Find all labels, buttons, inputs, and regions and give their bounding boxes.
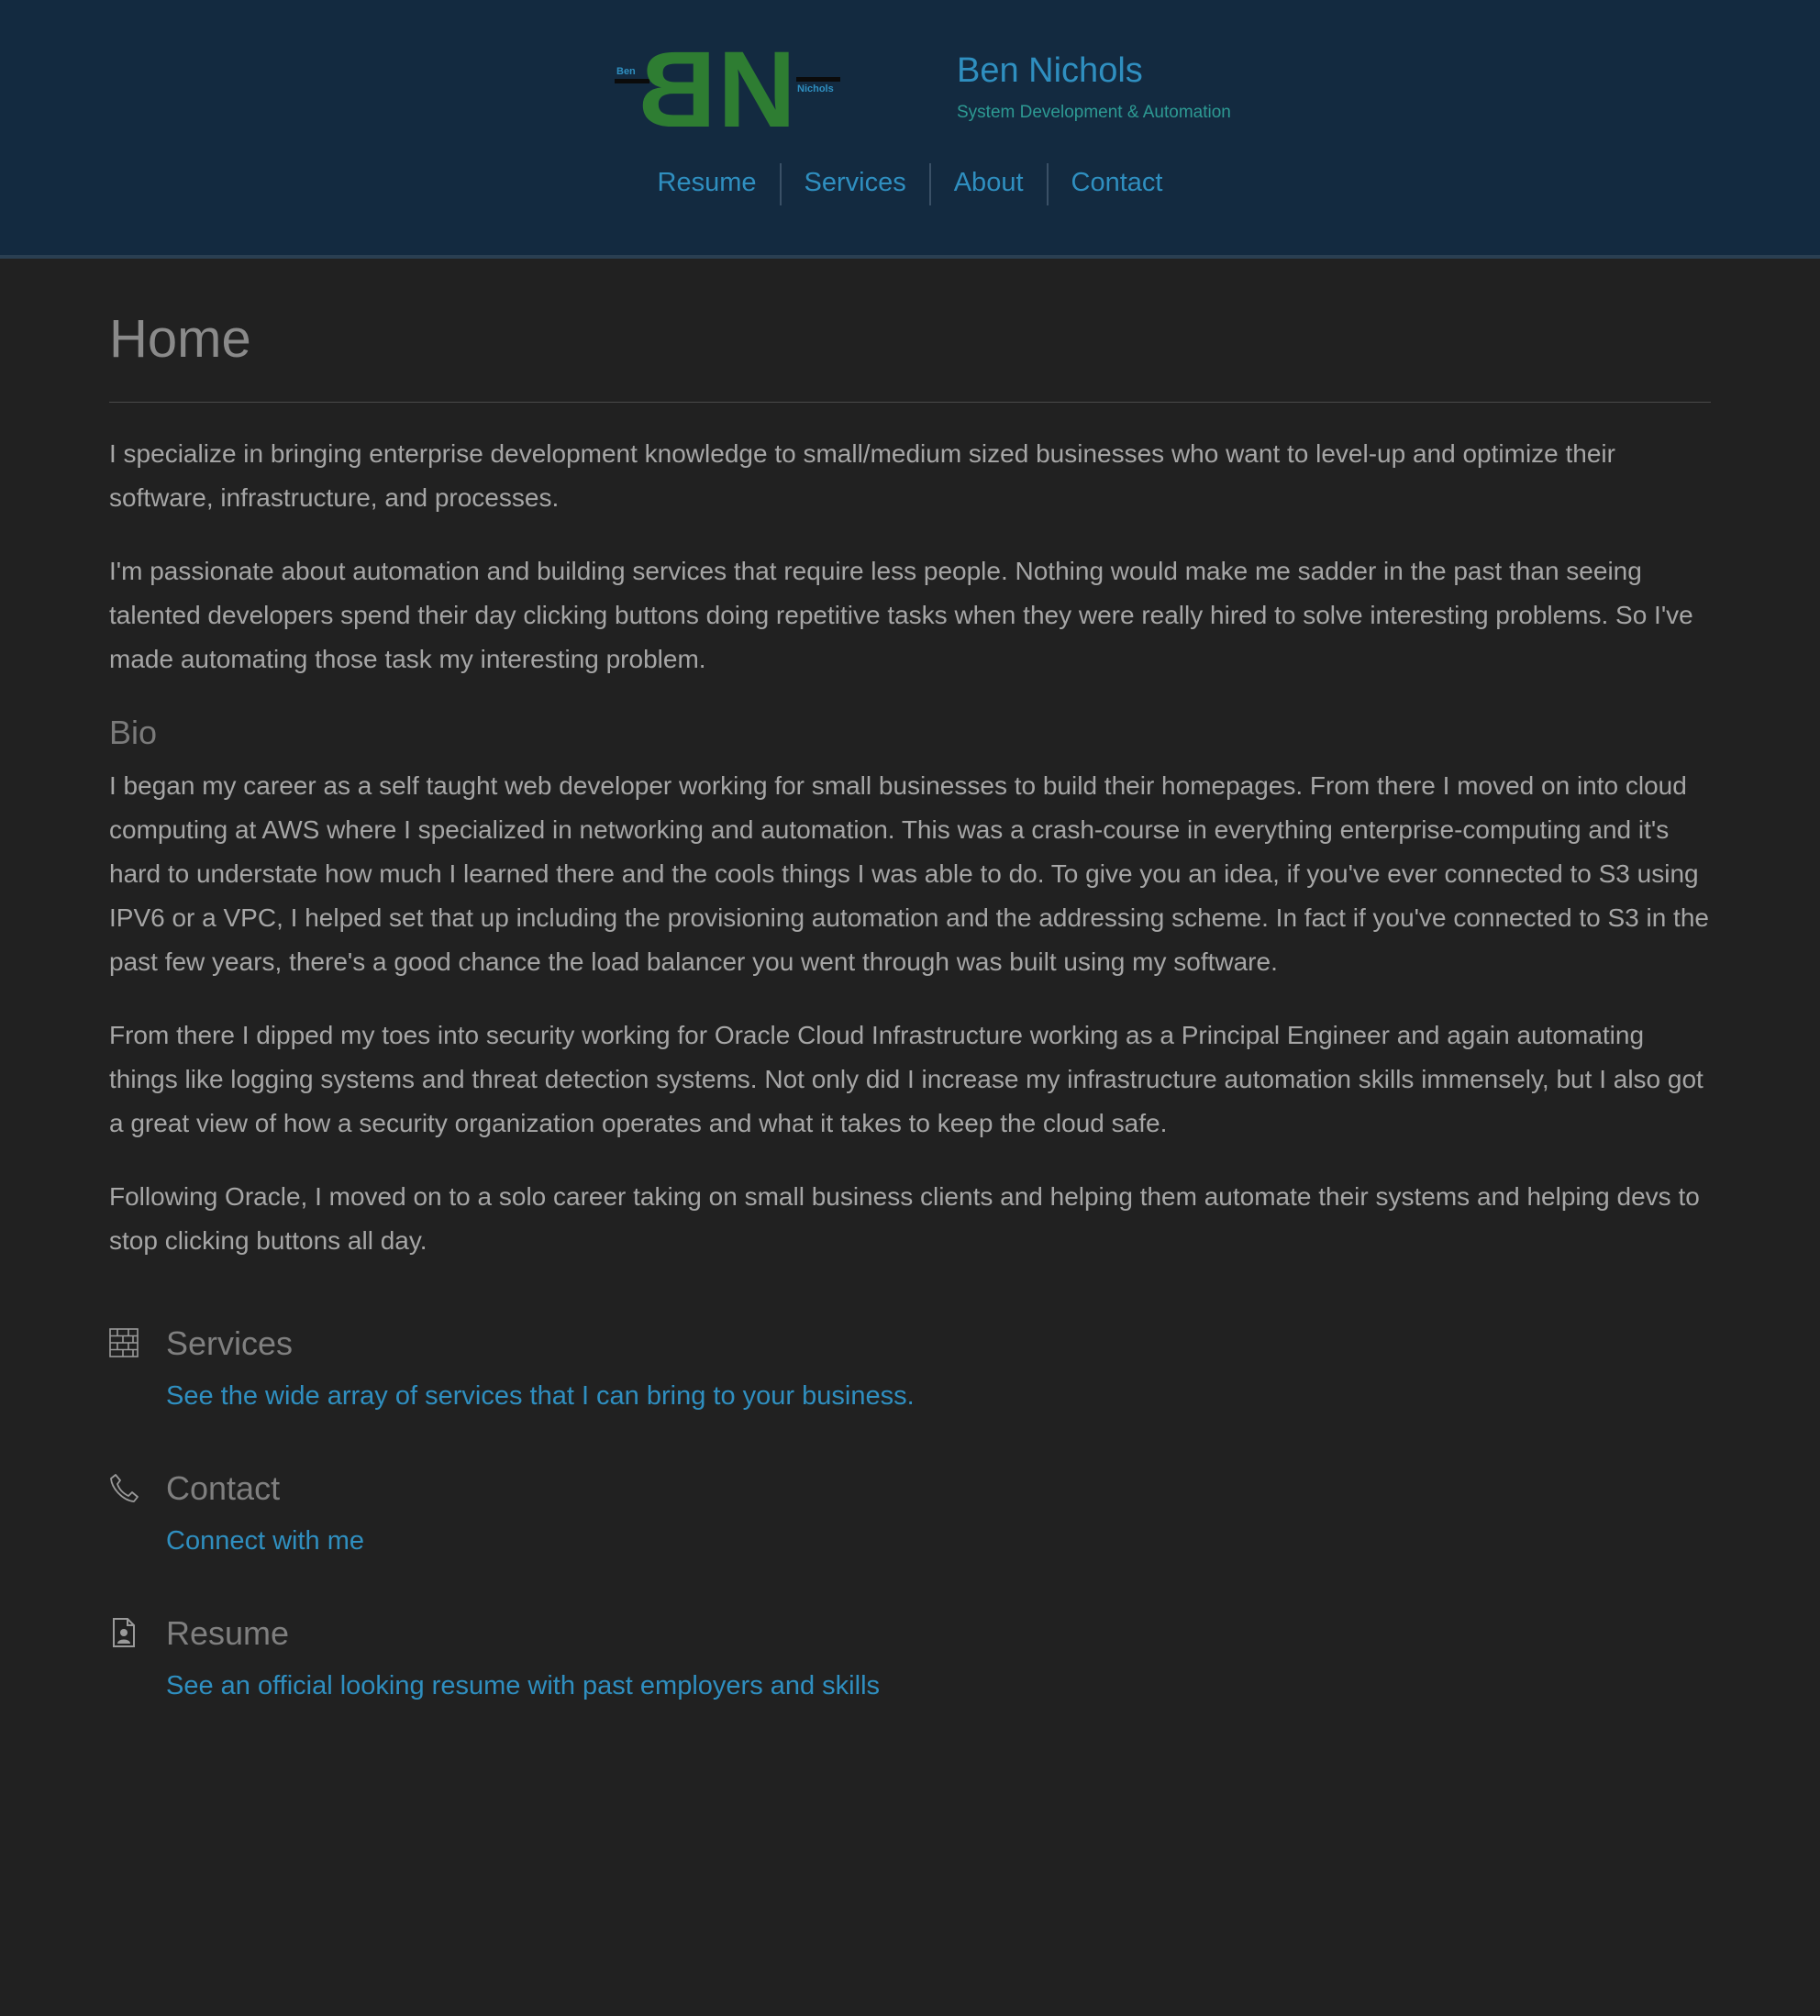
site-header: Ben Nichols B N Ben Nichols System Devel… [0, 0, 1820, 259]
feature-resume: Resume See an official looking resume wi… [109, 1612, 1711, 1707]
feature-title: Services [166, 1324, 294, 1362]
site-subtitle: System Development & Automation [957, 103, 1231, 122]
bio-paragraph: I began my career as a self taught web d… [109, 770, 1709, 976]
nav-item-resume: Resume [635, 163, 780, 205]
feature-title: Contact [166, 1468, 281, 1507]
feature-title: Resume [166, 1613, 290, 1652]
page-title: Home [109, 309, 251, 369]
intro-paragraph: I specialize in bringing enterprise deve… [109, 438, 1615, 512]
main-content: Home I specialize in bringing enterprise… [109, 259, 1711, 1756]
resume-link[interactable]: See an official looking resume with past… [166, 1665, 1711, 1707]
logo-small-left: Ben [616, 66, 636, 77]
nav-item-about: About [928, 163, 1047, 205]
nav-link-about[interactable]: About [954, 168, 1024, 197]
nav-link-services[interactable]: Services [805, 168, 906, 197]
logo-initial-n: N [717, 35, 795, 136]
resume-document-icon [113, 1617, 135, 1647]
site-logo[interactable]: Ben Nichols B N [615, 35, 840, 136]
logo-small-right: Nichols [797, 83, 834, 94]
main-nav: Resume Services About Contact [0, 163, 1820, 205]
nav-link-resume[interactable]: Resume [658, 168, 757, 197]
nav-link-contact[interactable]: Contact [1071, 168, 1163, 197]
feature-contact: Contact Connect with me [109, 1467, 1711, 1562]
logo-initial-b: B [638, 35, 716, 136]
phone-icon [110, 1473, 139, 1502]
nav-item-contact: Contact [1046, 163, 1186, 205]
site-title[interactable]: Ben Nichols [957, 51, 1143, 91]
bio-heading: Bio [109, 713, 158, 751]
nav-item-services: Services [779, 163, 929, 205]
contact-link[interactable]: Connect with me [166, 1520, 1711, 1562]
title-divider [109, 401, 1711, 403]
intro-paragraph: I'm passionate about automation and buil… [109, 556, 1693, 673]
bio-paragraph: From there I dipped my toes into securit… [109, 1020, 1703, 1137]
feature-services: Services See the wide array of services … [109, 1322, 1711, 1417]
bio-paragraph: Following Oracle, I moved on to a solo c… [109, 1181, 1700, 1255]
brick-wall-icon [109, 1327, 139, 1357]
services-link[interactable]: See the wide array of services that I ca… [166, 1375, 1711, 1417]
